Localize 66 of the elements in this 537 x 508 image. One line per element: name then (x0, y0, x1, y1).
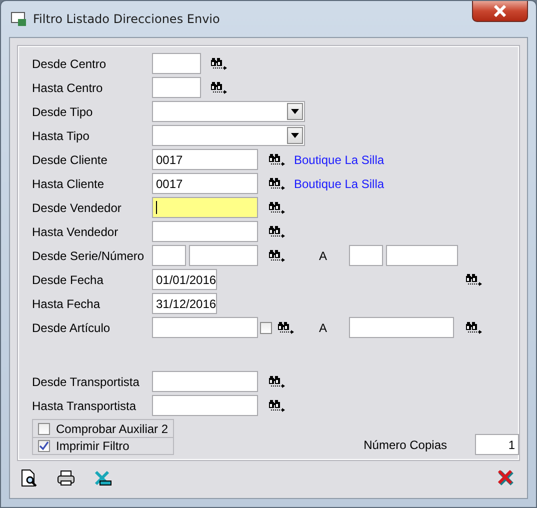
client-link[interactable]: Boutique La Silla (294, 176, 384, 190)
input-field[interactable] (152, 53, 201, 74)
field-label: Hasta Vendedor (32, 224, 120, 238)
field-label: Desde Vendedor (32, 200, 122, 214)
binoculars-icon[interactable] (466, 321, 483, 334)
field-label: Desde Tipo (32, 104, 94, 118)
input-field[interactable] (152, 77, 201, 98)
binoculars-icon[interactable] (278, 321, 295, 334)
window-title: Filtro Listado Direcciones Envio (33, 12, 220, 26)
input-field[interactable]: 0017 (152, 173, 258, 194)
input-field[interactable] (152, 245, 186, 266)
print-button[interactable] (57, 470, 75, 486)
dropdown-field[interactable] (152, 125, 305, 146)
binoculars-icon[interactable] (211, 57, 228, 70)
input-field[interactable] (152, 317, 258, 338)
print-preview-button[interactable] (20, 469, 38, 487)
caret-icon[interactable] (287, 127, 303, 144)
input-field[interactable] (152, 197, 258, 218)
field-label: Desde Artículo (32, 320, 112, 334)
field-label: Hasta Tipo (32, 128, 90, 142)
copies-label: Número Copias (364, 438, 447, 452)
binoculars-icon[interactable] (269, 375, 286, 388)
field-label: Desde Centro (32, 56, 108, 70)
date-field[interactable]: 01/01/2016 (152, 269, 217, 290)
field-label: Desde Fecha (32, 272, 104, 286)
checkbox[interactable] (38, 422, 50, 434)
checkbox[interactable] (260, 322, 272, 334)
copies-field[interactable]: 1 (475, 434, 519, 455)
input-field[interactable] (152, 371, 258, 392)
binoculars-icon[interactable] (269, 225, 286, 238)
field-label: Hasta Centro (32, 80, 104, 94)
checkbox-label: Comprobar Auxiliar 2 (56, 422, 168, 436)
field-label: Desde Transportista (32, 374, 140, 388)
checkbox-label: Imprimir Filtro (56, 439, 130, 453)
checkbox[interactable] (38, 440, 50, 452)
binoculars-icon[interactable] (269, 399, 286, 412)
field-label: Hasta Transportista (32, 398, 138, 412)
binoculars-icon[interactable] (269, 201, 286, 214)
field-label: Hasta Fecha (32, 296, 102, 310)
cancel-button[interactable] (497, 469, 515, 487)
input-field[interactable]: 0017 (152, 149, 258, 170)
input-field[interactable] (386, 245, 458, 266)
field-label: Desde Cliente (32, 152, 108, 166)
app-icon (11, 12, 27, 26)
close-icon (493, 5, 507, 17)
input-field[interactable] (349, 317, 454, 338)
input-field[interactable] (152, 221, 258, 242)
field-label: Desde Serie/Número (32, 248, 146, 262)
binoculars-icon[interactable] (269, 153, 286, 166)
binoculars-icon[interactable] (269, 249, 286, 262)
input-field[interactable] (189, 245, 258, 266)
separator-label: A (318, 248, 328, 262)
binoculars-icon[interactable] (466, 273, 483, 286)
date-field[interactable]: 31/12/2016 (152, 293, 217, 314)
input-field[interactable] (349, 245, 383, 266)
check-icon (39, 441, 49, 451)
caret-icon[interactable] (287, 103, 303, 120)
field-label: Hasta Cliente (32, 176, 106, 190)
close-button[interactable] (472, 1, 528, 22)
input-field[interactable] (152, 395, 258, 416)
separator-label: A (318, 320, 328, 334)
client-link[interactable]: Boutique La Silla (294, 152, 384, 166)
binoculars-icon[interactable] (269, 177, 286, 190)
export-button[interactable] (94, 470, 112, 486)
dropdown-field[interactable] (152, 101, 305, 122)
binoculars-icon[interactable] (211, 81, 228, 94)
